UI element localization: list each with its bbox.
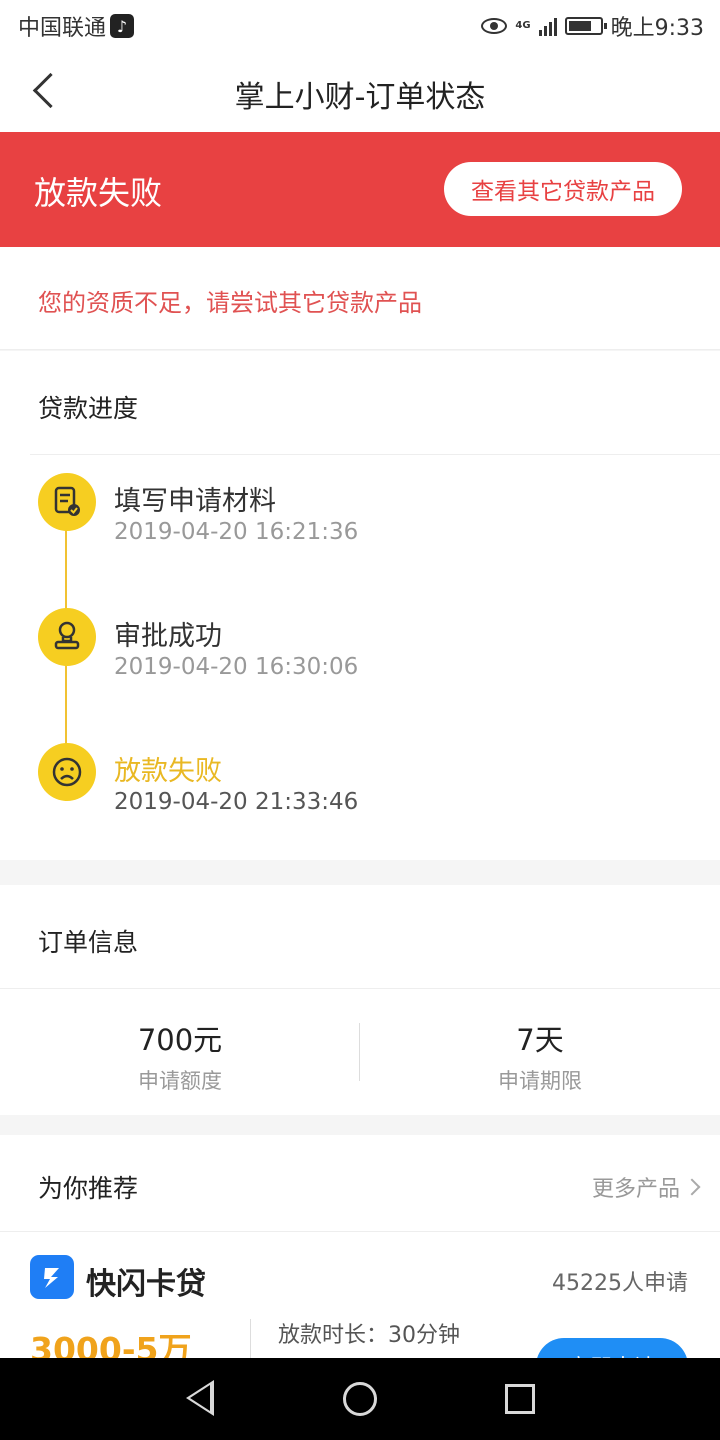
apply-now-button[interactable]: 立即申请 — [536, 1338, 688, 1358]
divider — [250, 1319, 251, 1358]
banner-status-title: 放款失败 — [34, 174, 163, 212]
sad-face-icon — [38, 743, 96, 801]
order-term: 7天 申请期限 — [360, 1017, 720, 1095]
step-time: 2019-04-20 16:30:06 — [114, 654, 359, 680]
view-other-products-button[interactable]: 查看其它贷款产品 — [444, 162, 682, 216]
stamp-icon — [38, 608, 96, 666]
battery-icon — [564, 17, 607, 35]
more-products-label: 更多产品 — [591, 1177, 680, 1202]
step-title: 填写申请材料 — [114, 486, 276, 517]
more-products-link[interactable]: 更多产品 — [591, 1171, 701, 1203]
system-recents-icon[interactable] — [505, 1384, 535, 1414]
eye-icon — [481, 18, 508, 34]
system-back-icon[interactable] — [186, 1380, 214, 1416]
order-amount-value: 700元 — [137, 1023, 223, 1057]
tiktok-icon: ♪ — [110, 14, 135, 38]
progress-step-2: 审批成功 2019-04-20 16:30:06 — [38, 608, 678, 680]
progress-step-1: 填写申请材料 2019-04-20 16:21:36 — [38, 473, 678, 545]
status-bar-left: 中国联通 ♪ — [18, 10, 135, 42]
step-title: 放款失败 — [114, 756, 222, 787]
progress-section-title: 贷款进度 — [38, 394, 139, 423]
recommend-section-title: 为你推荐 — [38, 1174, 139, 1203]
system-nav-bar — [0, 1358, 720, 1440]
network-type-label: 4G — [515, 20, 531, 31]
chevron-right-icon — [683, 1178, 701, 1196]
document-check-icon — [38, 473, 96, 531]
system-home-icon[interactable] — [343, 1382, 377, 1416]
step-time: 2019-04-20 21:33:46 — [114, 789, 359, 815]
loan-progress-section: 贷款进度 填写申请材料 2019-04-20 16:21:36 审批成功 201… — [0, 351, 720, 860]
page-title: 掌上小财-订单状态 — [234, 80, 486, 115]
product-info: 放款时长：30分钟 — [278, 1321, 460, 1351]
clock-label: 晚上9:33 — [610, 16, 704, 41]
nav-bar: 掌上小财-订单状态 — [0, 50, 720, 132]
step-title: 审批成功 — [114, 621, 222, 652]
product-name[interactable]: 快闪卡贷 — [86, 1259, 206, 1303]
product-disbursement-time: 放款时长：30分钟 — [278, 1323, 460, 1348]
lightning-logo-icon — [30, 1255, 74, 1299]
carrier-label: 中国联通 — [18, 16, 107, 41]
divider — [0, 988, 720, 989]
status-bar-right: 4G 晚上9:33 — [481, 10, 704, 42]
product-applicant-count: 45225人申请 — [552, 1271, 688, 1296]
order-section-title: 订单信息 — [38, 928, 139, 957]
order-amount-label: 申请额度 — [138, 1069, 222, 1093]
product-amount-range: 3000-5万 — [30, 1330, 192, 1358]
status-bar: 中国联通 ♪ 4G 晚上9:33 — [0, 0, 720, 50]
divider — [0, 1231, 720, 1232]
step-time: 2019-04-20 16:21:36 — [114, 519, 359, 545]
order-term-value: 7天 — [516, 1023, 564, 1057]
order-term-label: 申请期限 — [498, 1069, 582, 1093]
progress-step-3: 放款失败 2019-04-20 21:33:46 — [38, 743, 678, 815]
recommend-section: 为你推荐 更多产品 快闪卡贷 45225人申请 3000-5万 放款时长：30分… — [0, 1135, 720, 1358]
signal-icon — [538, 16, 557, 36]
notice-section: 您的资质不足，请尝试其它贷款产品 — [0, 247, 720, 350]
order-info-section: 订单信息 700元 申请额度 7天 申请期限 — [0, 885, 720, 1115]
notice-text: 您的资质不足，请尝试其它贷款产品 — [38, 289, 422, 317]
order-amount: 700元 申请额度 — [0, 1017, 360, 1095]
status-banner: 放款失败 查看其它贷款产品 — [0, 132, 720, 247]
divider — [30, 454, 720, 455]
